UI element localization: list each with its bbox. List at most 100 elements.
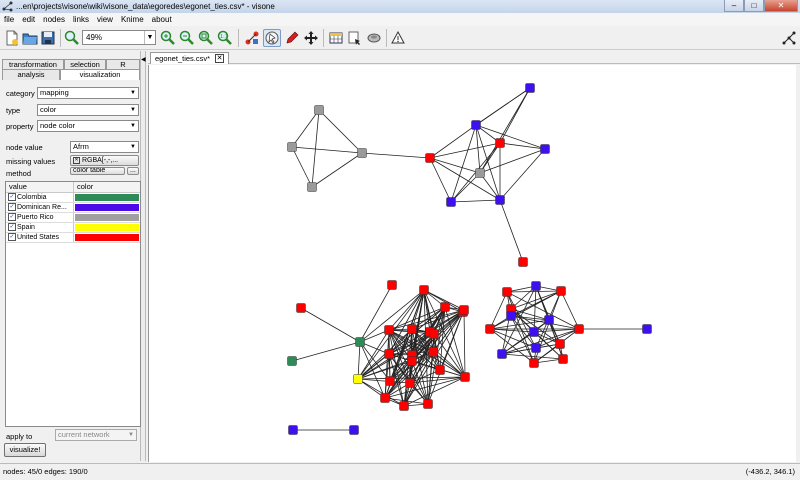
network-edge[interactable] (475, 87, 531, 126)
network-node[interactable] (460, 372, 470, 382)
collapse-arrow-icon[interactable]: ◀ (141, 56, 146, 63)
checkbox[interactable]: ✓ (8, 233, 16, 241)
menu-knime[interactable]: Knime (117, 15, 148, 24)
network-node[interactable] (495, 195, 505, 205)
network-edge[interactable] (311, 152, 363, 188)
close-button[interactable]: ✕ (764, 0, 798, 12)
maximize-button[interactable]: □ (744, 0, 764, 12)
network-node[interactable] (642, 324, 652, 334)
network-node[interactable] (314, 105, 324, 115)
network-node[interactable] (435, 365, 445, 375)
network-node[interactable] (307, 182, 317, 192)
color-swatch[interactable] (75, 204, 139, 211)
zoom-fit-icon[interactable] (63, 29, 81, 47)
network-edge[interactable] (499, 142, 546, 150)
menu-view[interactable]: view (93, 15, 117, 24)
table-row[interactable]: ✓ Dominican Re... (6, 203, 140, 213)
network-node[interactable] (525, 83, 535, 93)
network-edge[interactable] (475, 124, 546, 150)
network-node[interactable] (405, 378, 415, 388)
network-node[interactable] (471, 120, 481, 130)
category-select[interactable]: mapping ▼ (37, 87, 139, 99)
network-node[interactable] (574, 324, 584, 334)
tab-egonet-ties[interactable]: egonet_ties.csv* ✕ (150, 52, 230, 64)
network-node[interactable] (446, 197, 456, 207)
network-edge[interactable] (463, 309, 466, 378)
network-node[interactable] (531, 281, 541, 291)
network-node[interactable] (440, 302, 450, 312)
network-node[interactable] (355, 337, 365, 347)
network-node[interactable] (506, 311, 516, 321)
network-edge[interactable] (450, 199, 501, 203)
network-edge[interactable] (506, 290, 562, 293)
network-node[interactable] (353, 374, 363, 384)
network-node[interactable] (419, 285, 429, 295)
network-node[interactable] (384, 349, 394, 359)
menu-file[interactable]: file (0, 15, 18, 24)
network-node[interactable] (407, 356, 417, 366)
network-node[interactable] (495, 138, 505, 148)
network-node[interactable] (425, 153, 435, 163)
network-canvas[interactable] (148, 65, 796, 462)
zoom-region-icon[interactable] (197, 29, 215, 47)
color-swatch[interactable] (75, 194, 139, 201)
network-layout-icon[interactable] (780, 29, 798, 47)
network-node[interactable] (296, 303, 306, 313)
network-node[interactable] (502, 287, 512, 297)
network-edge[interactable] (300, 307, 361, 343)
network-edge[interactable] (560, 290, 580, 330)
network-node[interactable] (287, 356, 297, 366)
network-node[interactable] (287, 142, 297, 152)
color-swatch[interactable] (75, 234, 139, 241)
color-swatch[interactable] (75, 214, 139, 221)
network-edge[interactable] (291, 146, 363, 154)
network-node[interactable] (497, 349, 507, 359)
network-node[interactable] (357, 148, 367, 158)
network-node[interactable] (387, 280, 397, 290)
checkbox[interactable]: ✓ (8, 213, 16, 221)
type-select[interactable]: color ▼ (37, 104, 139, 116)
network-node[interactable] (459, 305, 469, 315)
network-edge[interactable] (450, 124, 477, 203)
menu-about[interactable]: about (148, 15, 176, 24)
network-node[interactable] (407, 324, 417, 334)
network-edge[interactable] (479, 148, 546, 174)
zoom-in-icon[interactable] (159, 29, 177, 47)
tab-analysis[interactable]: analysis (2, 69, 60, 80)
network-node[interactable] (544, 315, 554, 325)
network-node[interactable] (423, 399, 433, 409)
table-row[interactable]: ✓ Colombia (6, 193, 140, 203)
tab-visualization[interactable]: visualization (60, 69, 140, 80)
network-edge[interactable] (291, 109, 320, 148)
network-edge[interactable] (357, 341, 361, 380)
network-edge[interactable] (291, 146, 313, 188)
table-icon[interactable] (327, 29, 345, 47)
new-file-icon[interactable] (3, 29, 21, 47)
network-node[interactable] (529, 358, 539, 368)
zoom-reset-icon[interactable]: 1:1 (216, 29, 234, 47)
network-node[interactable] (288, 425, 298, 435)
table-row[interactable]: ✓ Spain (6, 223, 140, 233)
network-edge[interactable] (291, 341, 361, 362)
zoom-level-select[interactable]: 49% ▼ (82, 30, 156, 45)
method-more-button[interactable]: ... (127, 167, 139, 175)
node-value-select[interactable]: Afrm ▼ (70, 141, 139, 153)
close-tab-icon[interactable]: ✕ (215, 54, 225, 63)
apply-to-select[interactable]: current network ▼ (55, 429, 137, 441)
checkbox[interactable]: ✓ (8, 193, 16, 201)
minimize-button[interactable]: – (724, 0, 744, 12)
network-edge[interactable] (318, 109, 363, 154)
network-node[interactable] (475, 168, 485, 178)
network-node[interactable] (380, 393, 390, 403)
network-node[interactable] (529, 327, 539, 337)
network-node[interactable] (555, 339, 565, 349)
method-button[interactable]: color table (70, 167, 125, 175)
network-node[interactable] (558, 354, 568, 364)
triangle-warning-icon[interactable] (389, 29, 407, 47)
network-graph[interactable] (149, 65, 797, 462)
missing-values-button[interactable]: ✕ RGBA[-,-,... (70, 155, 139, 166)
network-node[interactable] (518, 257, 528, 267)
network-node[interactable] (540, 144, 550, 154)
network-edge[interactable] (475, 124, 501, 201)
table-row[interactable]: ✓ Puerto Rico (6, 213, 140, 223)
